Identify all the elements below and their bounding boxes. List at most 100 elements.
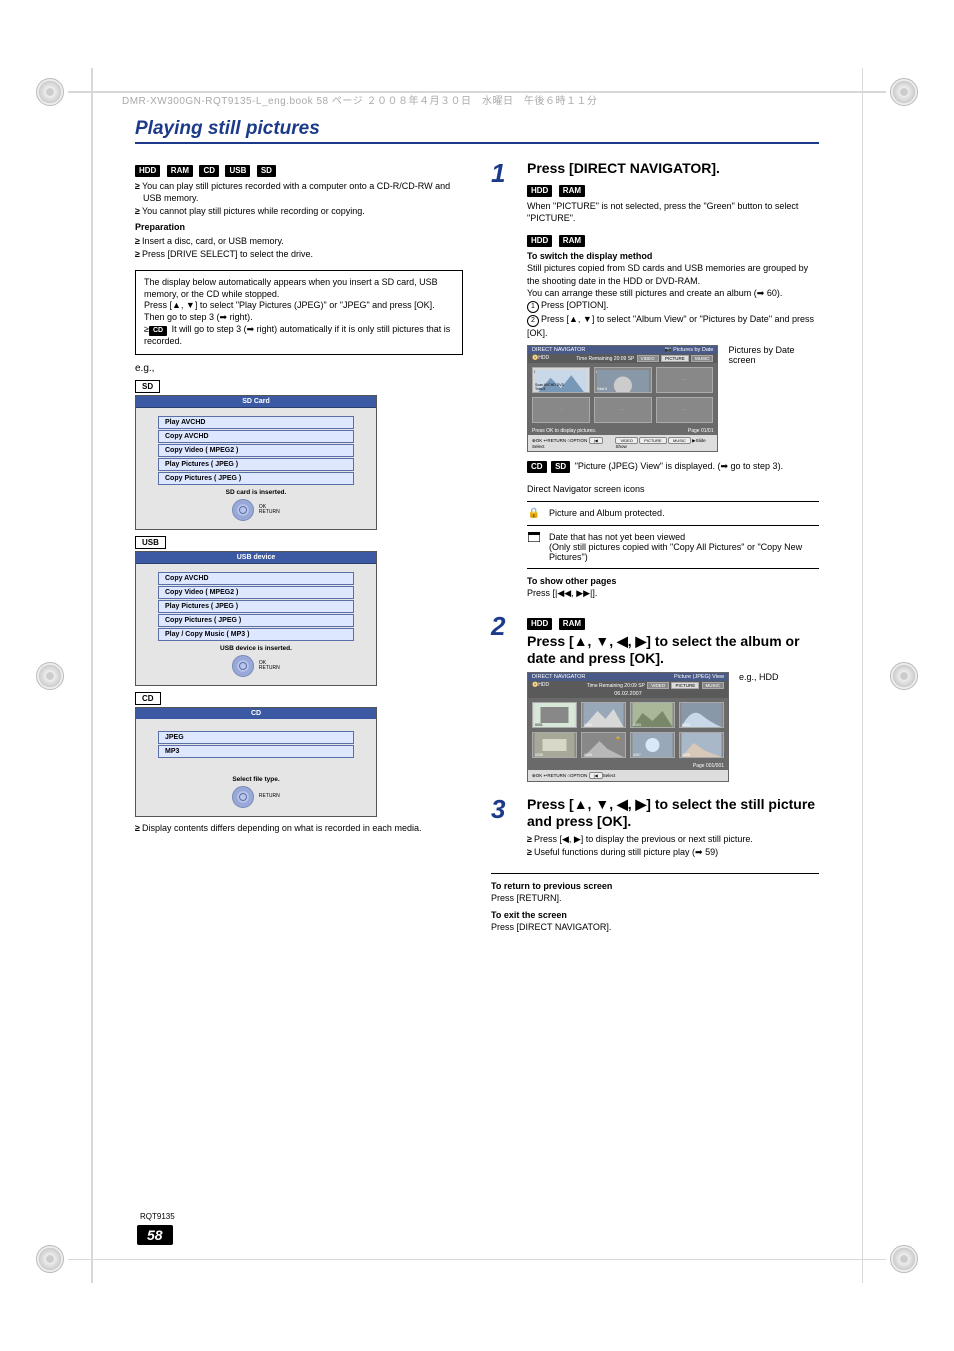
cd-menu-item: MP3 — [158, 745, 354, 758]
sd-menu-title: SD Card — [136, 396, 376, 408]
step1-bold-b: To switch the display method — [527, 250, 819, 262]
sm-cell: 🔒 06.02.2007 Scan AVCHD DVD Total 8 — [532, 367, 590, 393]
sm2-sub-l: 📀HDD — [532, 682, 549, 689]
step3-title: Press [▲, ▼, ◀, ▶] to select the still p… — [527, 796, 819, 829]
step1-text-c: "Picture (JPEG) View" is displayed. (➡ g… — [575, 461, 783, 471]
circled-1-icon: 1 — [527, 301, 539, 313]
chip-hdd: HDD — [527, 235, 552, 247]
usb-menu-item: Play Pictures ( JPEG ) — [158, 600, 354, 613]
chip-sd: SD — [257, 165, 276, 177]
sm-thumb: 0004 — [679, 702, 724, 728]
exit-text: Press [DIRECT NAVIGATOR]. — [491, 921, 819, 933]
step1-title: Press [DIRECT NAVIGATOR]. — [527, 160, 819, 176]
sm-cell: --- — [656, 397, 714, 423]
intro-bullet: You can play still pictures recorded wit… — [135, 180, 463, 204]
separator — [491, 873, 819, 874]
show-other-label: To show other pages — [527, 575, 819, 587]
step3-bul1: Press [◀, ▶] to display the previous or … — [527, 833, 819, 845]
usb-menu-item: Play / Copy Music ( MP3 ) — [158, 628, 354, 641]
step1-sub1: 1Press [OPTION]. — [527, 299, 819, 313]
sm-thumb: 0007 — [630, 732, 675, 758]
crop-mark — [36, 1245, 64, 1273]
sub1-text: Press [OPTION]. — [541, 300, 609, 310]
step1-text-b1: Still pictures copied from SD cards and … — [527, 262, 819, 286]
crop-line — [68, 1259, 886, 1261]
return-label: RETURN — [259, 794, 280, 799]
separator — [527, 525, 819, 526]
return-label: To return to previous screen — [491, 880, 819, 892]
sm-cell: --- — [656, 367, 714, 393]
sm-thumb: 0001 — [532, 702, 577, 728]
sm2-head-l: DIRECT NAVIGATOR — [532, 674, 585, 680]
cd-menu-item: JPEG — [158, 731, 354, 744]
step-3: 3 Press [▲, ▼, ◀, ▶] to select the still… — [491, 796, 819, 859]
sd-ok-return: OK RETURN — [136, 499, 376, 521]
crop-mark — [36, 78, 64, 106]
ok-icon — [232, 655, 254, 677]
sm-cell: --- — [594, 397, 652, 423]
chip-hdd: HDD — [527, 185, 552, 197]
step2-title: Press [▲, ▼, ◀, ▶] to select the album o… — [527, 633, 819, 666]
sm2-foot-r: Page 001/001 — [693, 763, 724, 769]
step-2: 2 HDD RAM Press [▲, ▼, ◀, ▶] to select t… — [491, 613, 819, 782]
crop-mark — [890, 662, 918, 690]
step-num-1: 1 — [491, 160, 517, 599]
page-title: Playing still pictures — [135, 118, 819, 140]
usb-menu-item: Copy AVCHD — [158, 572, 354, 585]
crop-mark — [890, 78, 918, 106]
chip-ram: RAM — [559, 185, 585, 197]
crop-line — [91, 68, 93, 1283]
title-rule — [135, 142, 819, 144]
sm-bottom-right: VIDEO PICTURE MUSIC ▶Slide Show — [615, 437, 713, 449]
chip-sd: SD — [551, 461, 570, 473]
sd-menu-foot: SD card is inserted. — [136, 489, 376, 496]
sm-sub-r: Time Remaining 20:09 SP VIDEO PICTURE MU… — [576, 355, 713, 362]
chip-cd-inline: CD — [149, 326, 167, 336]
page-rect-icon — [527, 532, 541, 545]
media-chips: HDD RAM CD USB SD — [135, 160, 463, 178]
usb-menu-item: Copy Pictures ( JPEG ) — [158, 614, 354, 627]
sm-sub-l: 📀HDD — [532, 355, 549, 362]
sm-thumb: 0005 — [532, 732, 577, 758]
screen2-caption: e.g., HDD — [739, 672, 779, 682]
sm-cell: 06.02.2007 Total 5 — [594, 367, 652, 393]
header-metadata: DMR-XW300GN-RQT9135-L_eng.book 58 ページ ２０… — [122, 92, 597, 107]
step1-chips-b: HDD RAM — [527, 230, 819, 248]
device-label-sd: SD — [135, 380, 160, 393]
icon2-label-wrap: Date that has not yet been viewed (Only … — [549, 532, 819, 562]
ok-return-labels: OK RETURN — [259, 505, 280, 515]
crop-mark — [36, 662, 64, 690]
sm-thumb: 🔒0006 — [581, 732, 626, 758]
sd-menu-panel: SD Card Play AVCHD Copy AVCHD Copy Video… — [135, 395, 377, 530]
usb-menu-item: Copy Video ( MPEG2 ) — [158, 586, 354, 599]
sm-head-l: DIRECT NAVIGATOR — [532, 347, 585, 353]
return-text: Press [RETURN]. — [491, 892, 819, 904]
icons-title: Direct Navigator screen icons — [527, 483, 819, 495]
doc-id: RQT9135 — [140, 1212, 175, 1221]
box-line: Then go to step 3 (➡ right). — [144, 312, 454, 324]
icon1-label: Picture and Album protected. — [549, 508, 665, 518]
icon2-sub: (Only still pictures copied with "Copy A… — [549, 542, 819, 562]
crop-mark — [890, 1245, 918, 1273]
chip-cd: CD — [527, 461, 547, 473]
step-1: 1 Press [DIRECT NAVIGATOR]. HDD RAM When… — [491, 160, 819, 599]
chip-hdd: HDD — [135, 165, 160, 177]
page-number: 58 — [137, 1225, 173, 1245]
device-label-usb: USB — [135, 536, 166, 549]
sm2-bottom: ⊕OK ↩RETURN ○OPTION |◀Select — [532, 772, 615, 779]
step2-chips: HDD RAM — [527, 613, 819, 631]
chip-ram: RAM — [167, 165, 193, 177]
step3-bul2: Useful functions during still picture pl… — [527, 846, 819, 858]
chip-hdd: HDD — [527, 618, 552, 630]
sd-menu-item: Play Pictures ( JPEG ) — [158, 458, 354, 471]
show-other-press: Press [|◀◀, ▶▶|]. — [527, 587, 819, 599]
sm2-sub-r: Time Remaining 20:09 SP VIDEO PICTURE MU… — [587, 682, 724, 689]
step-num-3: 3 — [491, 796, 517, 859]
step1-chips-a: HDD RAM — [527, 180, 819, 198]
sub2-text: Press [▲, ▼] to select "Album View" or "… — [527, 314, 814, 338]
separator — [527, 501, 819, 502]
box-line-text: It will go to step 3 (➡ right) automatic… — [144, 324, 450, 346]
usb-ok-return: OK RETURN — [136, 655, 376, 677]
step1-chips-c-row: CD SD "Picture (JPEG) View" is displayed… — [527, 460, 819, 473]
sm-head-r: 📷 Pictures by Date — [665, 347, 714, 353]
